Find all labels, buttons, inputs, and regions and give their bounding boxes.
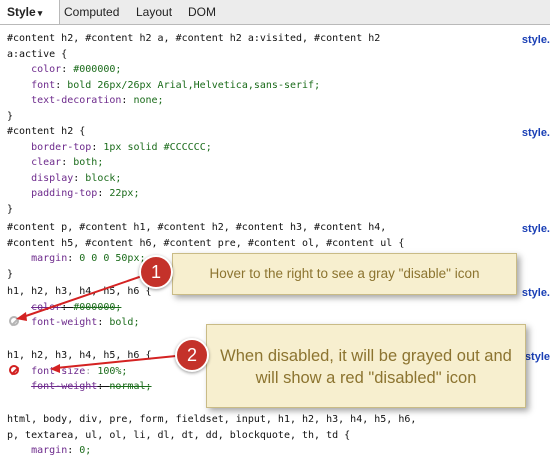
callout-text: When disabled, it will be grayed out and… xyxy=(220,347,512,387)
step-badge: 2 xyxy=(175,338,209,372)
callout-tooltip: When disabled, it will be grayed out and… xyxy=(206,324,526,408)
step-badge: 1 xyxy=(139,255,173,289)
callout-tooltip: Hover to the right to see a gray "disabl… xyxy=(172,253,517,295)
callout-text: Hover to the right to see a gray "disabl… xyxy=(209,266,480,281)
